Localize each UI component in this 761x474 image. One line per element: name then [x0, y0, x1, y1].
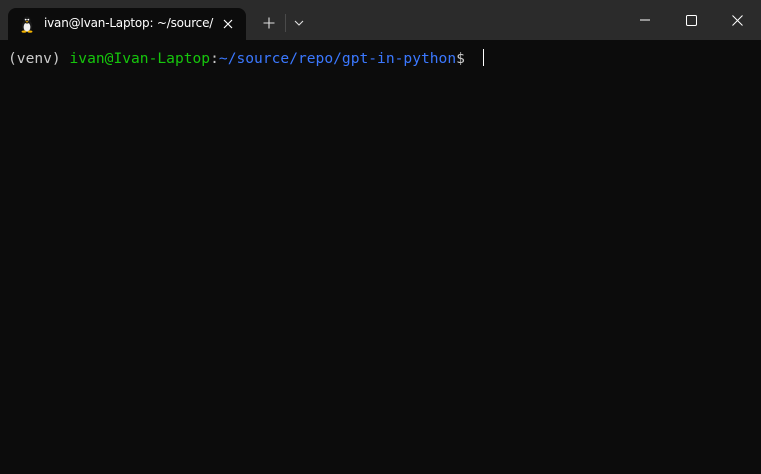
current-path: ~/source/repo/gpt-in-python [218, 50, 457, 67]
terminal-tab[interactable]: ivan@Ivan-Laptop: ~/source/ [8, 8, 246, 40]
tab-dropdown-button[interactable] [290, 13, 308, 33]
minimize-icon [640, 19, 650, 21]
tab-separator [285, 14, 286, 32]
user-host: ivan@Ivan-Laptop [69, 50, 211, 67]
text-cursor [482, 49, 485, 66]
venv-indicator: (venv) [8, 50, 70, 67]
minimize-button[interactable] [622, 0, 668, 40]
prompt-symbol: $ [456, 50, 474, 67]
tab-close-icon[interactable] [218, 14, 238, 34]
linux-tux-icon [18, 15, 36, 33]
tab-title: ivan@Ivan-Laptop: ~/source/ [44, 16, 214, 30]
prompt-colon: : [210, 50, 219, 67]
chevron-down-icon [294, 20, 304, 26]
maximize-icon [685, 14, 697, 26]
title-bar: ivan@Ivan-Laptop: ~/source/ [0, 0, 761, 40]
close-icon [731, 14, 743, 26]
terminal-output[interactable]: (venv) ivan@Ivan-Laptop:~/source/repo/gp… [0, 40, 761, 474]
plus-icon [263, 17, 275, 29]
new-tab-button[interactable] [258, 13, 280, 33]
maximize-button[interactable] [668, 0, 714, 40]
close-window-button[interactable] [714, 0, 760, 40]
